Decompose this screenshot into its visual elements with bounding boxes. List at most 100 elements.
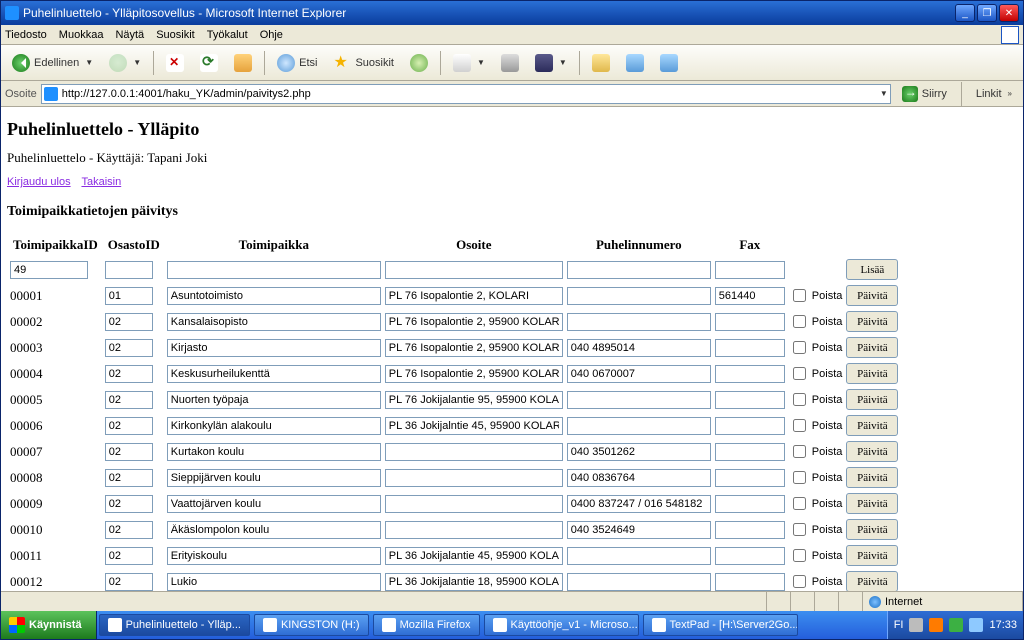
update-button[interactable]: Päivitä [846,415,898,436]
delete-checkbox[interactable] [793,471,806,484]
delete-checkbox-wrap[interactable]: Poista [789,572,843,591]
delete-checkbox-wrap[interactable]: Poista [789,546,843,565]
new-fax-input[interactable] [715,261,785,279]
fax-input[interactable] [715,417,785,435]
mail-button[interactable]: ▼ [446,49,492,77]
fax-input[interactable] [715,521,785,539]
tp-input[interactable] [167,287,381,305]
new-tp-input[interactable] [167,261,381,279]
tp-input[interactable] [167,443,381,461]
phone-input[interactable] [567,495,711,513]
delete-checkbox[interactable] [793,393,806,406]
fax-input[interactable] [715,287,785,305]
osasto-input[interactable] [105,313,153,331]
system-tray[interactable]: FI 17:33 [887,611,1023,639]
osasto-input[interactable] [105,339,153,357]
favorites-button[interactable]: Suosikit [326,49,401,77]
address-input-wrap[interactable]: ▼ [41,84,891,104]
delete-checkbox-wrap[interactable]: Poista [789,520,843,539]
phone-input[interactable] [567,287,711,305]
delete-checkbox[interactable] [793,341,806,354]
folder-button[interactable] [585,49,617,77]
chevron-down-icon[interactable]: ▼ [880,89,888,98]
new-id-input[interactable] [10,261,88,279]
update-button[interactable]: Päivitä [846,467,898,488]
adr-input[interactable] [385,417,563,435]
fax-input[interactable] [715,573,785,591]
tp-input[interactable] [167,339,381,357]
osasto-input[interactable] [105,547,153,565]
logout-link[interactable]: Kirjaudu ulos [7,176,71,188]
phone-input[interactable] [567,365,711,383]
update-button[interactable]: Päivitä [846,545,898,566]
fax-input[interactable] [715,391,785,409]
back-button[interactable]: Edellinen ▼ [5,49,100,77]
forward-button[interactable]: ▼ [102,49,148,77]
delete-checkbox[interactable] [793,523,806,536]
delete-checkbox-wrap[interactable]: Poista [789,312,843,331]
delete-checkbox-wrap[interactable]: Poista [789,442,843,461]
fax-input[interactable] [715,547,785,565]
task-item[interactable]: TextPad - [H:\Server2Go... [643,614,798,636]
phone-input[interactable] [567,547,711,565]
osasto-input[interactable] [105,287,153,305]
tp-input[interactable] [167,495,381,513]
menu-edit[interactable]: Muokkaa [59,29,104,41]
delete-checkbox-wrap[interactable]: Poista [789,390,843,409]
tp-input[interactable] [167,365,381,383]
tray-icon[interactable] [929,618,943,632]
print-button[interactable] [494,49,526,77]
update-button[interactable]: Päivitä [846,571,898,591]
new-osasto-input[interactable] [105,261,153,279]
delete-checkbox[interactable] [793,315,806,328]
phone-input[interactable] [567,313,711,331]
delete-checkbox[interactable] [793,367,806,380]
delete-checkbox[interactable] [793,549,806,562]
minimize-button[interactable]: _ [955,4,975,22]
osasto-input[interactable] [105,391,153,409]
menu-tools[interactable]: Työkalut [207,29,248,41]
osasto-input[interactable] [105,417,153,435]
update-button[interactable]: Päivitä [846,363,898,384]
tray-icon[interactable] [949,618,963,632]
links-button[interactable]: Linkit» [969,80,1019,108]
close-button[interactable]: ✕ [999,4,1019,22]
delete-checkbox-wrap[interactable]: Poista [789,494,843,513]
language-indicator[interactable]: FI [894,619,904,631]
delete-checkbox-wrap[interactable]: Poista [789,416,843,435]
go-button[interactable]: Siirry [895,80,954,108]
update-button[interactable]: Päivitä [846,519,898,540]
phone-input[interactable] [567,521,711,539]
adr-input[interactable] [385,287,563,305]
adr-input[interactable] [385,365,563,383]
task-item[interactable]: Puhelinluettelo - Ylläp... [99,614,250,636]
delete-checkbox[interactable] [793,497,806,510]
tray-icon[interactable] [909,618,923,632]
search-button[interactable]: Etsi [270,49,324,77]
delete-checkbox-wrap[interactable]: Poista [789,468,843,487]
adr-input[interactable] [385,495,563,513]
menu-help[interactable]: Ohje [260,29,283,41]
home-button[interactable] [227,49,259,77]
delete-checkbox[interactable] [793,289,806,302]
fax-input[interactable] [715,313,785,331]
start-button[interactable]: Käynnistä [1,611,97,639]
task-item[interactable]: Käyttöohje_v1 - Microso... [484,614,639,636]
fax-input[interactable] [715,495,785,513]
delete-checkbox[interactable] [793,575,806,588]
stop-button[interactable] [159,49,191,77]
update-button[interactable]: Päivitä [846,285,898,306]
tp-input[interactable] [167,417,381,435]
phone-input[interactable] [567,339,711,357]
edit-button[interactable]: ▼ [528,49,574,77]
new-adr-input[interactable] [385,261,563,279]
delete-checkbox[interactable] [793,445,806,458]
tp-input[interactable] [167,547,381,565]
clock[interactable]: 17:33 [989,619,1017,631]
fax-input[interactable] [715,365,785,383]
menu-view[interactable]: Näytä [115,29,144,41]
adr-input[interactable] [385,469,563,487]
restore-button[interactable]: ❐ [977,4,997,22]
update-button[interactable]: Päivitä [846,337,898,358]
adr-input[interactable] [385,547,563,565]
